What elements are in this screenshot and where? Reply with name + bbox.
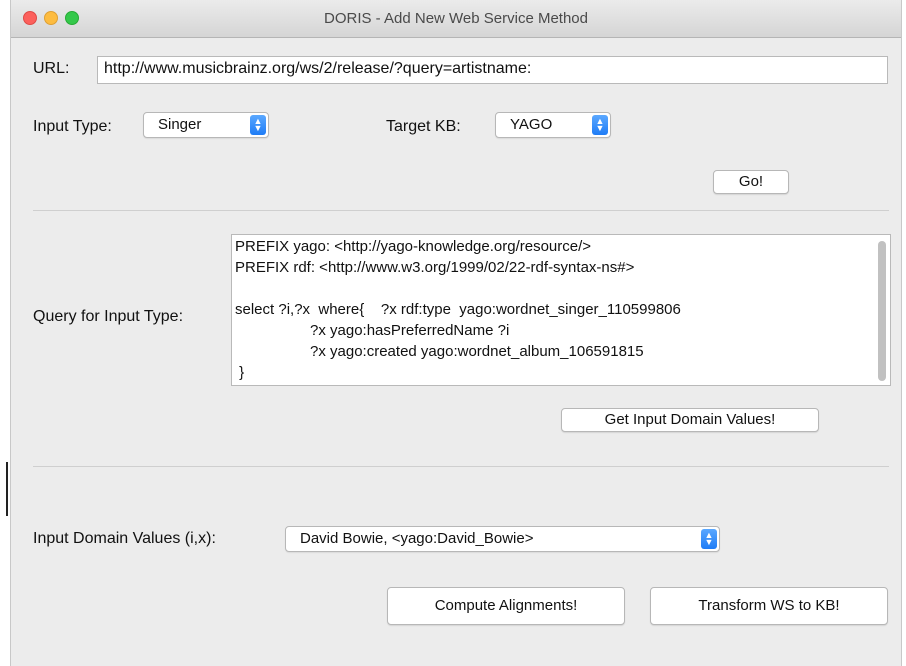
input-type-label: Input Type:: [33, 118, 112, 135]
query-line: ?x yago:created yago:wordnet_album_10659…: [235, 343, 644, 360]
transform-ws-to-kb-button[interactable]: Transform WS to KB!: [650, 587, 888, 625]
target-kb-label: Target KB:: [386, 118, 461, 135]
query-scrollbar[interactable]: [878, 241, 886, 381]
query-line: ?x yago:hasPreferredName ?i: [235, 322, 510, 339]
query-line: PREFIX yago: <http://yago-knowledge.org/…: [235, 238, 592, 255]
url-label: URL:: [33, 60, 70, 77]
title-bar[interactable]: DORIS - Add New Web Service Method: [11, 0, 901, 38]
input-type-value: Singer: [158, 116, 202, 133]
input-type-select[interactable]: Singer ▲ ▼: [143, 112, 269, 138]
compute-alignments-button[interactable]: Compute Alignments!: [387, 587, 625, 625]
window-title: DORIS - Add New Web Service Method: [324, 10, 588, 27]
input-domain-values-select[interactable]: David Bowie, <yago:David_Bowie> ▲ ▼: [285, 526, 720, 552]
url-input[interactable]: http://www.musicbrainz.org/ws/2/release/…: [97, 56, 888, 84]
background-edge: [0, 0, 10, 666]
separator: [33, 210, 889, 211]
go-button[interactable]: Go!: [713, 170, 789, 194]
chevron-updown-icon: ▲ ▼: [250, 115, 266, 135]
target-kb-select[interactable]: YAGO ▲ ▼: [495, 112, 611, 138]
input-domain-values-label: Input Domain Values (i,x):: [33, 530, 216, 547]
input-domain-values-value: David Bowie, <yago:David_Bowie>: [300, 530, 534, 547]
background-mark: [6, 462, 8, 516]
separator: [33, 466, 889, 467]
query-label: Query for Input Type:: [33, 308, 184, 325]
chevron-updown-icon: ▲ ▼: [701, 529, 717, 549]
query-line: select ?i,?x where{ ?x rdf:type yago:wor…: [235, 301, 681, 318]
get-input-domain-values-button[interactable]: Get Input Domain Values!: [561, 408, 819, 432]
query-textarea[interactable]: PREFIX yago: <http://yago-knowledge.org/…: [231, 234, 891, 386]
chevron-updown-icon: ▲ ▼: [592, 115, 608, 135]
query-line: }: [235, 364, 245, 381]
query-line: PREFIX rdf: <http://www.w3.org/1999/02/2…: [235, 259, 635, 276]
target-kb-value: YAGO: [510, 116, 553, 133]
dialog-window: DORIS - Add New Web Service Method URL: …: [10, 0, 902, 666]
